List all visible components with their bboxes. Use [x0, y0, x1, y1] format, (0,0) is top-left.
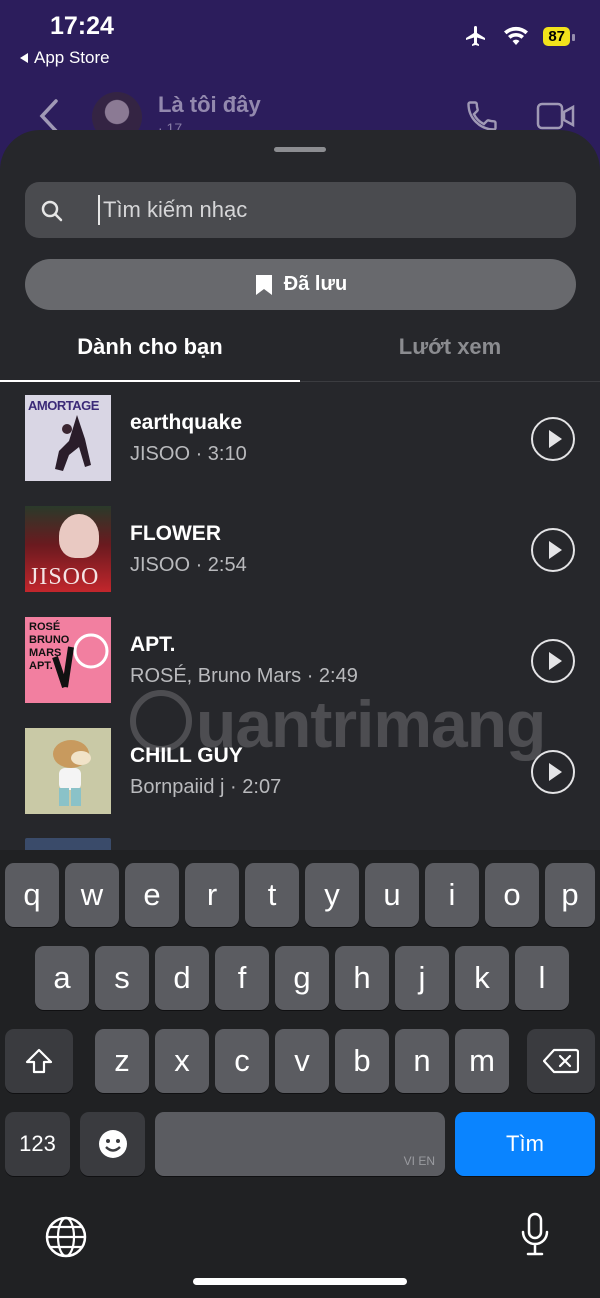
- cover-figure-graphic: [52, 633, 109, 688]
- track-artist-duration: Bornpaiid j · 2:07: [130, 776, 282, 798]
- search-submit-key[interactable]: Tìm: [455, 1112, 595, 1176]
- shift-key[interactable]: [5, 1029, 73, 1093]
- tab-browse[interactable]: Lướt xem: [300, 334, 600, 360]
- key-i[interactable]: i: [425, 863, 479, 927]
- video-call-icon[interactable]: [536, 100, 576, 132]
- space-language-hint: VI EN: [403, 1154, 435, 1168]
- key-j[interactable]: j: [395, 946, 449, 1010]
- key-p[interactable]: p: [545, 863, 595, 927]
- key-o[interactable]: o: [485, 863, 539, 927]
- key-f[interactable]: f: [215, 946, 269, 1010]
- album-cover: [25, 728, 111, 814]
- track-artist-duration: JISOO · 2:54: [130, 554, 247, 576]
- album-cover-text: JISOO: [29, 564, 100, 590]
- battery-indicator: 87: [543, 26, 575, 46]
- track-artist-duration: JISOO · 3:10: [130, 443, 247, 465]
- search-icon: [41, 200, 63, 222]
- key-h[interactable]: h: [335, 946, 389, 1010]
- text-cursor: [98, 195, 100, 225]
- saved-button[interactable]: Đã lưu: [25, 259, 576, 310]
- tab-bar: Dành cho bạn Lướt xem: [0, 320, 600, 383]
- bookmark-icon: [255, 274, 272, 295]
- saved-button-label: Đã lưu: [283, 273, 348, 295]
- key-l[interactable]: l: [515, 946, 569, 1010]
- numbers-key[interactable]: 123: [5, 1112, 70, 1176]
- back-triangle-icon: [20, 53, 28, 63]
- wifi-icon: [504, 26, 529, 45]
- key-v[interactable]: v: [275, 1029, 329, 1093]
- key-e[interactable]: e: [125, 863, 179, 927]
- status-time: 17:24: [50, 12, 114, 40]
- key-r[interactable]: r: [185, 863, 239, 927]
- on-screen-keyboard: q w e r t y u i o p a s d f g h j k l z …: [0, 850, 600, 1298]
- search-placeholder: Tìm kiếm nhạc: [103, 197, 248, 222]
- key-u[interactable]: u: [365, 863, 419, 927]
- music-search-input[interactable]: Tìm kiếm nhạc: [25, 182, 576, 238]
- watermark-bulb-icon: [130, 690, 192, 752]
- back-to-app-store[interactable]: App Store: [20, 48, 110, 68]
- key-q[interactable]: q: [5, 863, 59, 927]
- key-d[interactable]: d: [155, 946, 209, 1010]
- key-t[interactable]: t: [245, 863, 299, 927]
- track-title: earthquake: [130, 411, 243, 434]
- key-z[interactable]: z: [95, 1029, 149, 1093]
- cover-dog-graphic: [53, 740, 91, 806]
- key-b[interactable]: b: [335, 1029, 389, 1093]
- microphone-icon[interactable]: [520, 1212, 550, 1258]
- play-preview-button[interactable]: [531, 528, 575, 572]
- key-m[interactable]: m: [455, 1029, 509, 1093]
- key-y[interactable]: y: [305, 863, 359, 927]
- watermark-text: uantrimang: [196, 687, 546, 761]
- shift-icon: [25, 1048, 53, 1074]
- key-s[interactable]: s: [95, 946, 149, 1010]
- sheet-grabber[interactable]: [274, 147, 326, 152]
- track-title: FLOWER: [130, 522, 221, 545]
- space-key[interactable]: VI EN: [155, 1112, 445, 1176]
- status-icons: 87: [463, 24, 575, 48]
- backspace-icon: [543, 1048, 579, 1074]
- tab-for-you[interactable]: Dành cho bạn: [0, 334, 300, 360]
- play-preview-button[interactable]: [531, 417, 575, 461]
- track-artist-duration: ROSÉ, Bruno Mars · 2:49: [130, 665, 358, 687]
- chat-contact-name: Là tôi đây: [158, 92, 261, 117]
- tab-active-indicator: [0, 380, 300, 382]
- airplane-icon: [466, 26, 486, 46]
- back-app-label: App Store: [34, 48, 110, 67]
- track-title: APT.: [130, 633, 176, 656]
- delete-key[interactable]: [527, 1029, 595, 1093]
- phone-icon[interactable]: [464, 98, 500, 134]
- play-preview-button[interactable]: [531, 639, 575, 683]
- key-x[interactable]: x: [155, 1029, 209, 1093]
- key-n[interactable]: n: [395, 1029, 449, 1093]
- cover-figure-graphic: [55, 415, 91, 471]
- track-row[interactable]: JISOO FLOWER JISOO · 2:54: [0, 506, 600, 596]
- album-cover: AMORTAGE: [25, 395, 111, 481]
- key-w[interactable]: w: [65, 863, 119, 927]
- album-cover: JISOO: [25, 506, 111, 592]
- chevron-left-icon[interactable]: [38, 98, 60, 134]
- home-indicator[interactable]: [193, 1278, 407, 1285]
- track-row[interactable]: AMORTAGE earthquake JISOO · 3:10: [0, 395, 600, 485]
- key-c[interactable]: c: [215, 1029, 269, 1093]
- cover-figure-graphic: [59, 514, 99, 558]
- album-cover: ROSÉ BRUNO MARS APT.: [25, 617, 111, 703]
- emoji-icon: [98, 1130, 127, 1158]
- key-g[interactable]: g: [275, 946, 329, 1010]
- globe-icon[interactable]: [44, 1215, 88, 1259]
- emoji-key[interactable]: [80, 1112, 145, 1176]
- key-k[interactable]: k: [455, 946, 509, 1010]
- key-a[interactable]: a: [35, 946, 89, 1010]
